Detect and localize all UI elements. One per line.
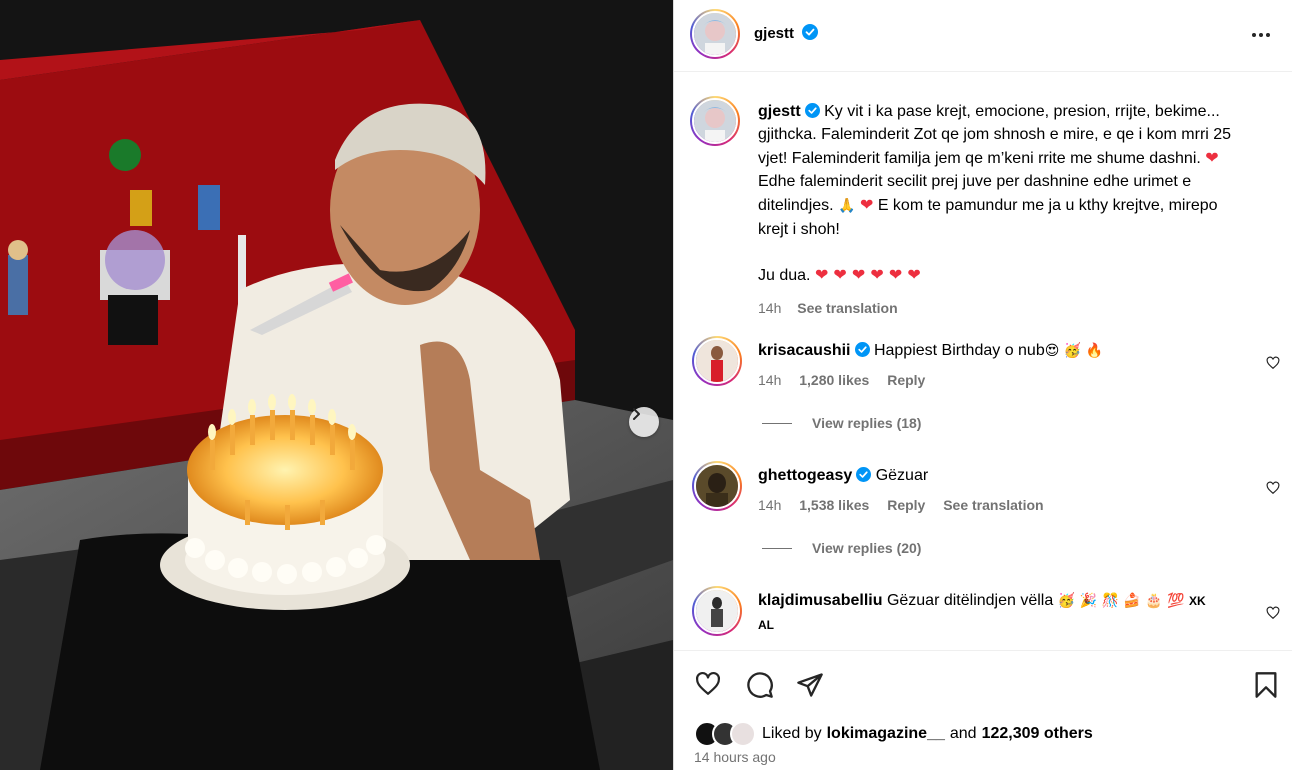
caption-line-7: krejt i shoh! xyxy=(758,221,840,238)
comment-time: 14h xyxy=(758,372,782,388)
commenter-avatar[interactable] xyxy=(692,461,742,511)
caption-line-5: ditelindjes. xyxy=(758,197,834,214)
comment-text-row: klajdimusabelliu Gëzuar ditëlindjen vëll… xyxy=(758,589,1258,637)
comment-time: 14h xyxy=(758,497,782,513)
author-name-row: gjestt xyxy=(754,24,819,43)
chevron-right-icon xyxy=(633,408,640,420)
post-timestamp: 14 hours ago xyxy=(694,749,776,765)
commenter-avatar[interactable] xyxy=(692,586,742,636)
reply-button[interactable]: Reply xyxy=(887,372,925,388)
comment-line-2: AL xyxy=(758,618,774,632)
liked-by-and: and xyxy=(949,725,977,742)
next-media-button[interactable] xyxy=(629,407,659,437)
comment-text-row: ghettogeasy Gëzuar xyxy=(758,464,1258,487)
caption-line-1: Ky vit i ka pase krejt, emocione, presio… xyxy=(824,103,1220,120)
emoji-group: 🥳 🎉 🎊 🍰 🎂 💯 xyxy=(1057,593,1185,609)
comment-like-button[interactable] xyxy=(1266,356,1280,375)
commenter-username[interactable]: ghettogeasy xyxy=(758,467,852,484)
heart-icon xyxy=(696,671,720,695)
comment-button[interactable] xyxy=(746,671,774,704)
comment-text: Happiest Birthday o nub xyxy=(873,342,1045,359)
liked-by-user[interactable]: lokimagazine__ xyxy=(827,725,945,743)
liked-by-others[interactable]: 122,309 others xyxy=(982,725,1093,743)
post-header: gjestt xyxy=(674,0,1292,72)
liked-by-prefix: Liked by xyxy=(762,725,822,742)
post-sidebar: gjestt gjestt Ky vit i ka pase krejt, em… xyxy=(673,0,1292,770)
likes-summary: Liked by lokimagazine__ and 122,309 othe… xyxy=(694,721,1093,747)
view-replies-label: View replies (20) xyxy=(812,540,922,556)
see-translation-link[interactable]: See translation xyxy=(797,300,897,316)
divider-line xyxy=(762,547,792,549)
heart-icon xyxy=(1266,606,1280,620)
comments-scroll-area[interactable]: gjestt Ky vit i ka pase krejt, emocione,… xyxy=(674,72,1292,650)
commenter-avatar[interactable] xyxy=(692,336,742,386)
comment-like-button[interactable] xyxy=(1266,606,1280,625)
verified-badge-icon xyxy=(802,24,819,40)
post-caption: gjestt Ky vit i ka pase krejt, emocione,… xyxy=(758,100,1278,320)
caption-username[interactable]: gjestt xyxy=(758,103,801,120)
caption-time: 14h xyxy=(758,300,782,316)
author-avatar[interactable] xyxy=(690,9,740,59)
heart-icon xyxy=(1266,481,1280,495)
see-translation-link[interactable]: See translation xyxy=(943,497,1043,513)
comment-bubble-icon xyxy=(747,672,773,698)
commenter-username[interactable]: krisacaushii xyxy=(758,342,851,359)
caption-closing: Ju dua. xyxy=(758,267,811,284)
caption-avatar-image xyxy=(694,100,736,142)
paper-plane-icon xyxy=(797,673,823,697)
reply-button[interactable]: Reply xyxy=(887,497,925,513)
comment-text: Gëzuar xyxy=(875,467,929,484)
bookmark-icon xyxy=(1255,672,1277,698)
more-horizontal-icon xyxy=(1252,33,1270,37)
comment-meta: 14h 1,538 likes Reply See translation xyxy=(758,497,1058,513)
caption-line-6: E kom te pamundur me ja u kthy krejtve, … xyxy=(877,197,1218,214)
like-button[interactable] xyxy=(694,671,722,702)
commenter-username[interactable]: klajdimusabelliu xyxy=(758,592,882,609)
author-avatar-image xyxy=(694,13,736,55)
post-media[interactable] xyxy=(0,0,673,770)
author-username[interactable]: gjestt xyxy=(754,25,794,42)
caption-line-3: vjet! Faleminderit familja jem qe m’keni… xyxy=(758,150,1201,167)
heart-icon xyxy=(1266,356,1280,370)
red-hearts-emoji: ❤ ❤ ❤ ❤ ❤ ❤ xyxy=(814,265,921,284)
view-replies-button[interactable]: View replies (18) xyxy=(762,415,921,431)
commenter-avatar-image xyxy=(696,465,738,507)
liker-avatar[interactable] xyxy=(730,721,756,747)
caption-line-2: gjithcka. Faleminderit Zot qe jom shnosh… xyxy=(758,126,1232,143)
more-options-button[interactable] xyxy=(1250,24,1272,51)
emoji-group: 😍 🥳 🔥 xyxy=(1044,343,1104,359)
verified-badge-icon xyxy=(856,467,872,482)
praying-hands-emoji: 🙏 xyxy=(838,198,856,214)
comment-likes[interactable]: 1,538 likes xyxy=(799,497,869,513)
caption-meta: 14h See translation xyxy=(758,297,1278,320)
share-button[interactable] xyxy=(796,671,824,704)
commenter-avatar-image xyxy=(696,340,738,382)
comment-text-row: krisacaushii Happiest Birthday o nub😍 🥳 … xyxy=(758,339,1258,363)
commenter-avatar-image xyxy=(696,590,738,632)
comment-like-button[interactable] xyxy=(1266,481,1280,500)
verified-badge-icon xyxy=(854,342,870,357)
view-replies-button[interactable]: View replies (20) xyxy=(762,540,921,556)
caption-line-4: Edhe faleminderit secilit prej juve per … xyxy=(758,173,1192,190)
view-replies-label: View replies (18) xyxy=(812,415,922,431)
red-heart-emoji: ❤ xyxy=(859,195,874,214)
divider-line xyxy=(762,422,792,424)
comment-item: klajdimusabelliu Gëzuar ditëlindjen vëll… xyxy=(692,586,1292,650)
save-button[interactable] xyxy=(1254,671,1278,704)
verified-badge-icon xyxy=(804,103,820,118)
red-heart-emoji: ❤ xyxy=(1205,148,1219,167)
post-actions: Liked by lokimagazine__ and 122,309 othe… xyxy=(674,650,1292,771)
comment-meta: 14h 1,280 likes Reply xyxy=(758,372,939,388)
post-photo xyxy=(0,0,673,770)
comment-text: Gëzuar ditëlindjen vëlla xyxy=(886,592,1054,609)
comment-suffix: XK xyxy=(1189,594,1206,608)
caption-author-avatar[interactable] xyxy=(690,96,740,146)
comment-likes[interactable]: 1,280 likes xyxy=(799,372,869,388)
